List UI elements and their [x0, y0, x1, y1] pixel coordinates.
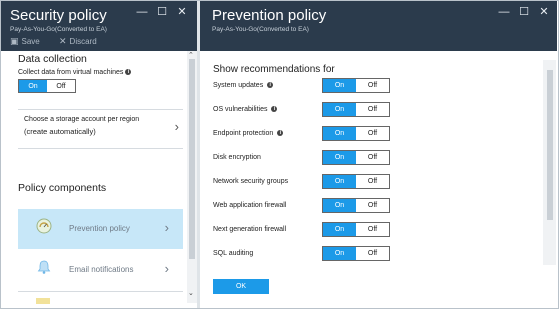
- blade-title: Prevention policy: [212, 7, 327, 24]
- network-security-groups-toggle[interactable]: On Off: [322, 174, 390, 189]
- ok-button[interactable]: OK: [213, 279, 269, 294]
- toggle-on[interactable]: On: [323, 103, 356, 116]
- toggle-on[interactable]: On: [323, 247, 356, 260]
- disk-encryption-toggle[interactable]: On Off: [322, 150, 390, 165]
- storage-value: (create automatically): [24, 127, 96, 136]
- toggle-on[interactable]: On: [323, 199, 356, 212]
- toggle-off[interactable]: Off: [47, 80, 75, 92]
- recommendation-row: OS vulnerabilities i On Off: [213, 102, 403, 118]
- discard-button[interactable]: ✕ Discard: [59, 36, 97, 47]
- discard-label: Discard: [69, 37, 97, 46]
- row-label: OS vulnerabilities i: [213, 106, 278, 113]
- row-label: Disk encryption: [213, 154, 261, 161]
- endpoint-protection-toggle[interactable]: On Off: [322, 126, 390, 141]
- item-label: Email notifications: [69, 265, 134, 274]
- shield-gauge-icon: [36, 218, 52, 234]
- toggle-off[interactable]: Off: [356, 247, 389, 260]
- maximize-icon[interactable]: ☐: [152, 7, 172, 18]
- toggle-off[interactable]: Off: [356, 79, 389, 92]
- minimize-icon[interactable]: —: [132, 7, 152, 18]
- recommendation-row: Network security groups On Off: [213, 174, 403, 190]
- chevron-right-icon: ›: [164, 220, 169, 235]
- right-scrollbar[interactable]: [543, 60, 556, 265]
- scroll-up-icon[interactable]: ⌃: [188, 51, 194, 59]
- row-label: Next generation firewall: [213, 226, 287, 233]
- toggle-off[interactable]: Off: [356, 223, 389, 236]
- recommendations-heading: Show recommendations for: [213, 64, 335, 75]
- security-policy-body: Data collection Collect data from virtua…: [1, 51, 197, 308]
- toggle-on[interactable]: On: [323, 223, 356, 236]
- storage-account-selector[interactable]: Choose a storage account per region (cre…: [18, 109, 183, 149]
- maximize-icon[interactable]: ☐: [514, 7, 534, 18]
- blade-subtitle: Pay-As-You-Go(Converted to EA): [212, 26, 309, 33]
- collect-data-label: Collect data from virtual machines i: [18, 69, 132, 76]
- storage-label: Choose a storage account per region: [24, 116, 140, 123]
- close-icon[interactable]: ✕: [172, 7, 192, 18]
- toggle-off[interactable]: Off: [356, 127, 389, 140]
- info-icon[interactable]: i: [277, 130, 284, 137]
- recommendation-row: Web application firewall On Off: [213, 198, 403, 214]
- save-label: Save: [21, 37, 40, 46]
- recommendation-row: SQL auditing On Off: [213, 246, 403, 262]
- recommendation-row: Endpoint protection i On Off: [213, 126, 403, 142]
- os-vulnerabilities-toggle[interactable]: On Off: [322, 102, 390, 117]
- info-icon[interactable]: i: [267, 82, 274, 89]
- prevention-policy-header: Prevention policy Pay-As-You-Go(Converte…: [200, 1, 557, 51]
- row-label: Network security groups: [213, 178, 289, 185]
- partial-item-icon: [36, 298, 50, 304]
- toggle-on[interactable]: On: [323, 175, 356, 188]
- row-label: System updates i: [213, 82, 274, 89]
- email-notifications-item[interactable]: Email notifications ›: [18, 250, 183, 290]
- toggle-off[interactable]: Off: [356, 199, 389, 212]
- policy-components-heading: Policy components: [18, 182, 107, 194]
- toggle-off[interactable]: Off: [356, 151, 389, 164]
- info-icon[interactable]: i: [125, 69, 132, 76]
- toggle-on[interactable]: On: [323, 79, 356, 92]
- bell-icon: [37, 260, 51, 274]
- system-updates-toggle[interactable]: On Off: [322, 78, 390, 93]
- recommendation-row: Next generation firewall On Off: [213, 222, 403, 238]
- prevention-policy-item[interactable]: Prevention policy ›: [18, 209, 183, 249]
- minimize-icon[interactable]: —: [494, 7, 514, 18]
- toggle-on[interactable]: On: [323, 127, 356, 140]
- item-label: Prevention policy: [69, 224, 130, 233]
- row-label: Endpoint protection i: [213, 130, 284, 137]
- web-application-firewall-toggle[interactable]: On Off: [322, 198, 390, 213]
- recommendation-row: System updates i On Off: [213, 78, 403, 94]
- toggle-on[interactable]: On: [19, 80, 47, 92]
- recommendation-row: Disk encryption On Off: [213, 150, 403, 166]
- scroll-down-icon[interactable]: ⌄: [188, 289, 194, 297]
- left-scrollbar[interactable]: ⌃ ⌄: [187, 51, 197, 303]
- save-button[interactable]: ▣ Save: [10, 36, 40, 47]
- list-divider: [18, 291, 183, 292]
- blade-subtitle: Pay-As-You-Go(Converted to EA): [10, 26, 107, 33]
- chevron-right-icon: ›: [164, 261, 169, 276]
- close-icon[interactable]: ✕: [534, 7, 554, 18]
- row-label: SQL auditing: [213, 250, 254, 257]
- save-icon: ▣: [10, 36, 19, 46]
- collect-data-toggle[interactable]: On Off: [18, 79, 76, 93]
- scroll-thumb[interactable]: [189, 59, 195, 259]
- discard-icon: ✕: [59, 36, 67, 46]
- prevention-policy-body: Show recommendations for System updates …: [200, 51, 557, 308]
- row-label: Web application firewall: [213, 202, 287, 209]
- toggle-off[interactable]: Off: [356, 175, 389, 188]
- next-generation-firewall-toggle[interactable]: On Off: [322, 222, 390, 237]
- toggle-on[interactable]: On: [323, 151, 356, 164]
- scroll-thumb[interactable]: [547, 70, 553, 220]
- info-icon[interactable]: i: [271, 106, 278, 113]
- blade-title: Security policy: [10, 7, 107, 24]
- data-collection-heading: Data collection: [18, 53, 87, 65]
- chevron-right-icon: ›: [174, 119, 179, 134]
- toggle-off[interactable]: Off: [356, 103, 389, 116]
- command-bar: ▣ Save ✕ Discard: [1, 33, 197, 51]
- sql-auditing-toggle[interactable]: On Off: [322, 246, 390, 261]
